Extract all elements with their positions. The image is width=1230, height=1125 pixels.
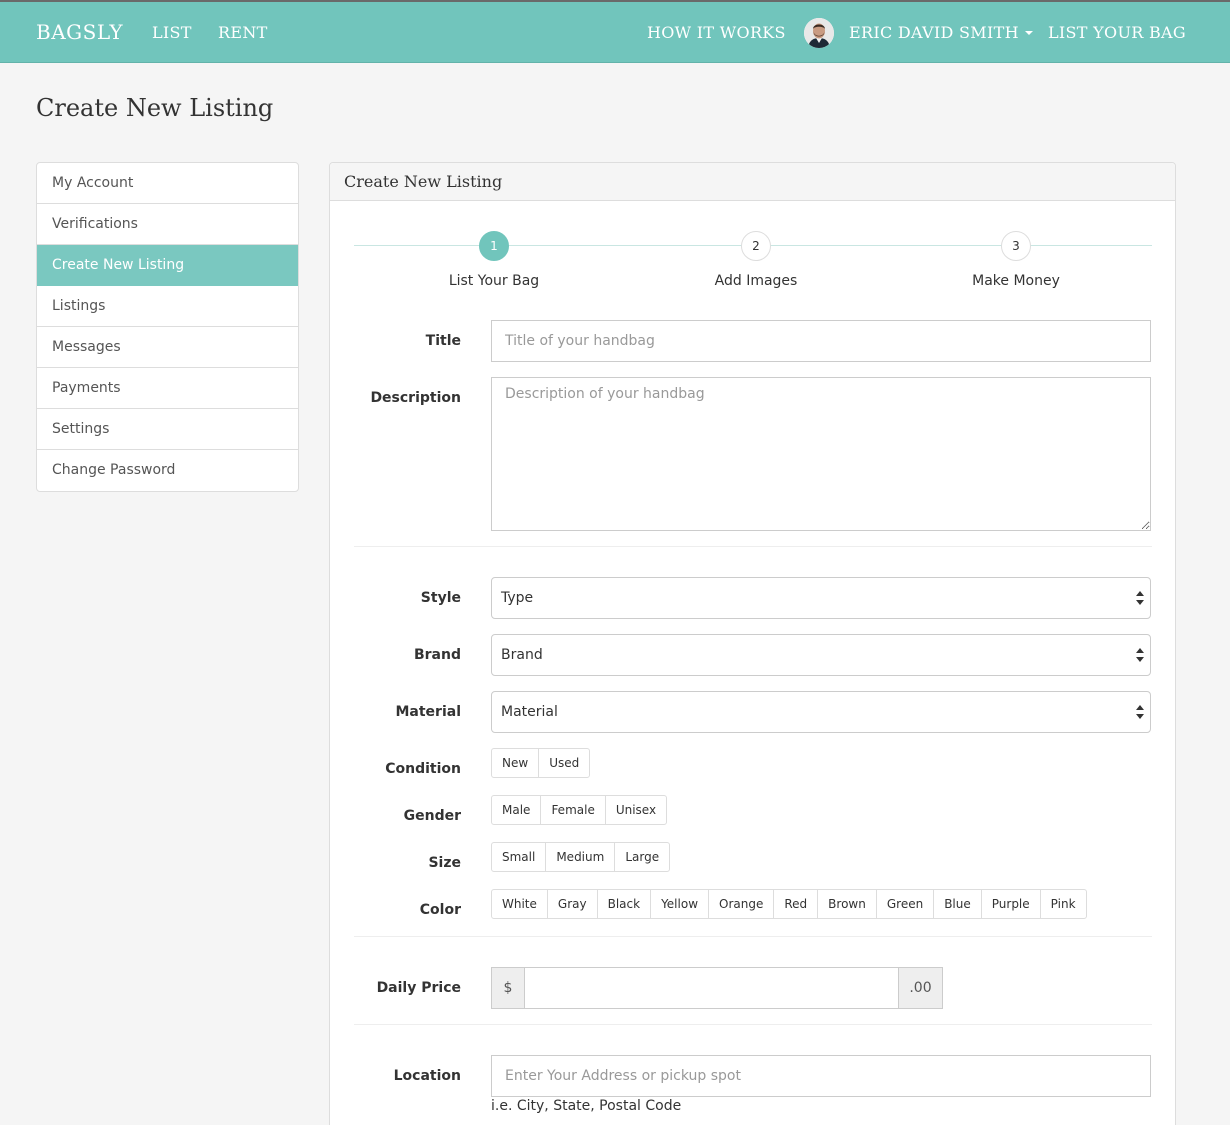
condition-option-button[interactable]: Used: [538, 748, 591, 778]
description-textarea[interactable]: [491, 377, 1151, 531]
step-2-label: Add Images: [714, 273, 798, 289]
color-button-group: White Gray Black Yellow Orange Red Brown…: [491, 889, 1087, 919]
color-option-button[interactable]: Red: [773, 889, 819, 919]
sidebar-item-create-new-listing[interactable]: Create New Listing: [37, 245, 298, 286]
condition-button-group: New Used: [491, 748, 591, 778]
sidebar-item-verifications[interactable]: Verifications: [37, 204, 298, 245]
color-option-button[interactable]: White: [491, 889, 548, 919]
description-label: Description: [370, 390, 461, 406]
material-label: Material: [395, 704, 461, 720]
size-option-button[interactable]: Small: [491, 842, 547, 872]
sidebar-item-settings[interactable]: Settings: [37, 409, 298, 450]
nav-link-rent[interactable]: RENT: [218, 2, 268, 63]
material-select-value: Material: [501, 704, 558, 720]
nav-link-list-your-bag[interactable]: LIST YOUR BAG: [1048, 2, 1186, 63]
color-option-button[interactable]: Black: [596, 889, 652, 919]
sidebar-item-payments[interactable]: Payments: [37, 368, 298, 409]
size-option-button[interactable]: Large: [614, 842, 671, 872]
top-navbar: BAGSLY LIST RENT HOW IT WORKS ERIC DAVID…: [0, 0, 1230, 63]
panel-heading: Create New Listing: [330, 163, 1175, 201]
color-label: Color: [419, 902, 461, 918]
color-option-button[interactable]: Gray: [546, 889, 598, 919]
user-name: ERIC DAVID SMITH: [849, 23, 1019, 42]
color-option-button[interactable]: Green: [875, 889, 935, 919]
title-input[interactable]: [491, 320, 1151, 362]
select-arrows-icon: [1136, 705, 1144, 719]
color-option-button[interactable]: Brown: [817, 889, 877, 919]
gender-option-button[interactable]: Male: [491, 795, 542, 825]
title-label: Title: [425, 333, 461, 349]
daily-price-input[interactable]: [524, 967, 899, 1009]
step-2-circle[interactable]: 2: [741, 231, 771, 261]
sidebar-item-change-password[interactable]: Change Password: [37, 450, 298, 491]
color-option-button[interactable]: Orange: [708, 889, 775, 919]
color-option-button[interactable]: Blue: [933, 889, 982, 919]
sidebar-item-messages[interactable]: Messages: [37, 327, 298, 368]
step-1-circle[interactable]: 1: [479, 231, 509, 261]
gender-button-group: Male Female Unisex: [491, 795, 668, 825]
brand-select[interactable]: Brand: [491, 634, 1151, 676]
style-select[interactable]: Type: [491, 577, 1151, 619]
color-option-button[interactable]: Pink: [1039, 889, 1087, 919]
style-select-value: Type: [501, 590, 534, 606]
user-avatar[interactable]: [804, 18, 834, 48]
user-menu-dropdown[interactable]: ERIC DAVID SMITH: [849, 2, 1033, 63]
section-divider: [354, 936, 1152, 937]
gender-label: Gender: [403, 808, 461, 824]
avatar-portrait-icon: [804, 18, 834, 48]
section-divider: [354, 1024, 1152, 1025]
currency-prefix-addon: $: [491, 967, 525, 1009]
brand-select-value: Brand: [501, 647, 543, 663]
daily-price-label: Daily Price: [376, 980, 461, 996]
location-label: Location: [393, 1068, 461, 1084]
size-button-group: Small Medium Large: [491, 842, 671, 872]
step-3-circle[interactable]: 3: [1001, 231, 1031, 261]
nav-link-list[interactable]: LIST: [152, 2, 192, 63]
caret-down-icon: [1024, 30, 1033, 35]
select-arrows-icon: [1136, 591, 1144, 605]
section-divider: [354, 546, 1152, 547]
gender-option-button[interactable]: Female: [540, 795, 606, 825]
cents-suffix-addon: .00: [898, 967, 943, 1009]
create-listing-panel: Create New Listing 1 List Your Bag 2 Add…: [329, 162, 1176, 1125]
size-label: Size: [428, 855, 461, 871]
nav-link-how-it-works[interactable]: HOW IT WORKS: [647, 2, 786, 63]
condition-option-button[interactable]: New: [491, 748, 540, 778]
select-arrows-icon: [1136, 648, 1144, 662]
size-option-button[interactable]: Medium: [545, 842, 616, 872]
material-select[interactable]: Material: [491, 691, 1151, 733]
brand-label: Brand: [413, 647, 461, 663]
sidebar-item-listings[interactable]: Listings: [37, 286, 298, 327]
location-input[interactable]: [491, 1055, 1151, 1097]
color-option-button[interactable]: Yellow: [650, 889, 710, 919]
step-1-label: List Your Bag: [448, 273, 540, 289]
condition-label: Condition: [385, 761, 461, 777]
sidebar-item-my-account[interactable]: My Account: [37, 163, 298, 204]
gender-option-button[interactable]: Unisex: [604, 795, 668, 825]
account-sidebar: My Account Verifications Create New List…: [36, 162, 299, 492]
step-3-label: Make Money: [972, 273, 1060, 289]
page-title: Create New Listing: [36, 94, 274, 122]
brand-logo[interactable]: BAGSLY: [36, 2, 123, 63]
color-option-button[interactable]: Purple: [980, 889, 1041, 919]
location-help-text: i.e. City, State, Postal Code: [491, 1098, 682, 1114]
style-label: Style: [420, 590, 461, 606]
